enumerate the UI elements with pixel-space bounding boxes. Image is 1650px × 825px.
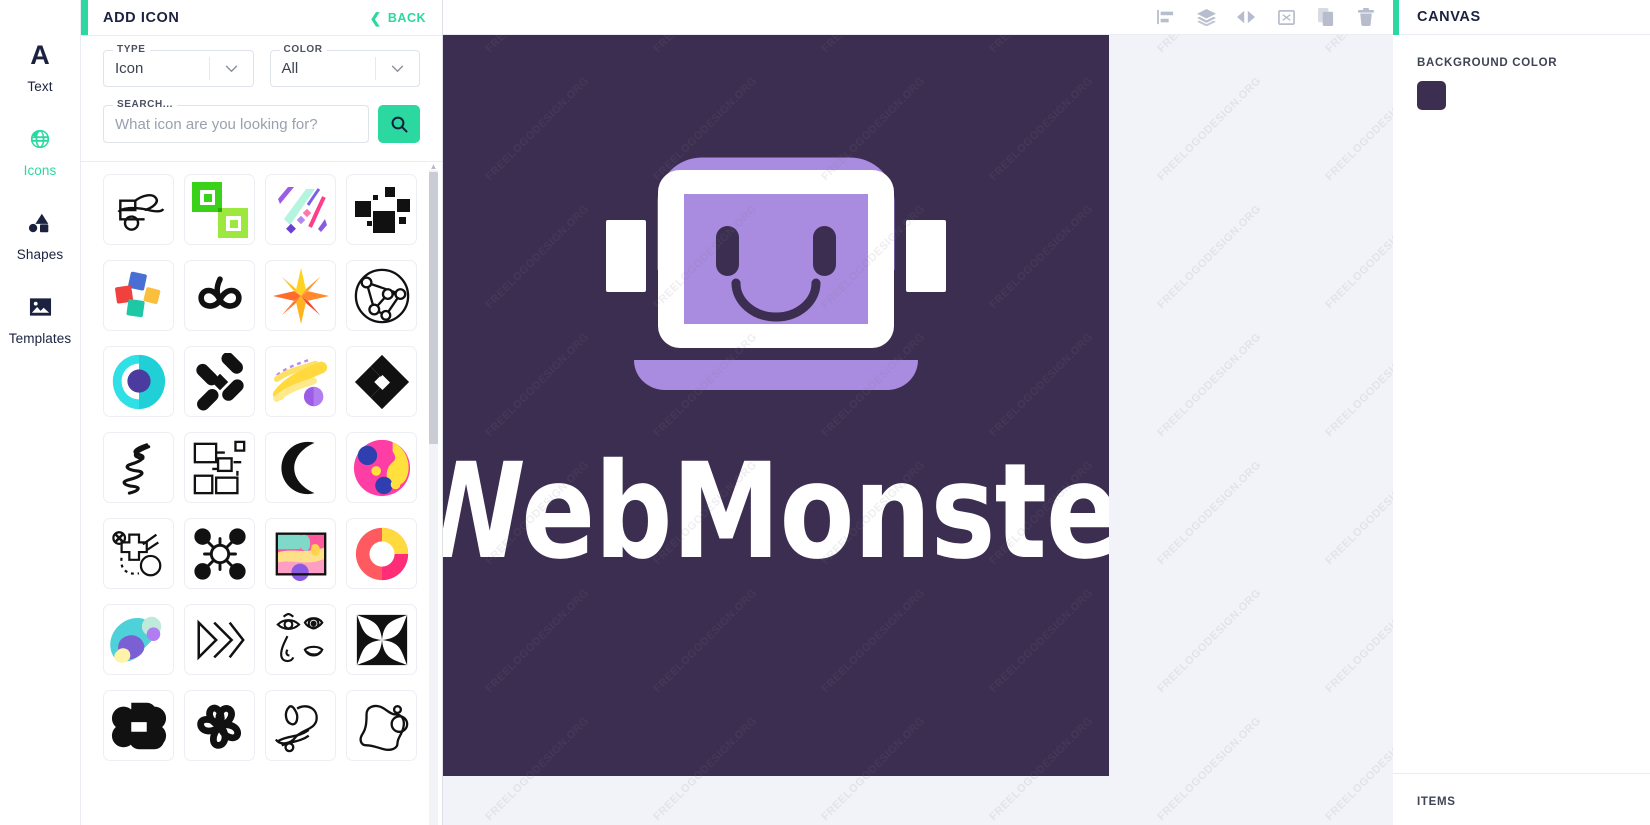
shapes-icon xyxy=(28,206,52,240)
background-color-swatch[interactable] xyxy=(1417,81,1446,110)
search-button[interactable] xyxy=(378,105,420,143)
logo-canvas[interactable]: WebMonster xyxy=(443,35,1109,776)
back-button[interactable]: ❮ BACK xyxy=(370,11,426,25)
items-section: ITEMS xyxy=(1393,773,1650,825)
canvas-panel-header: CANVAS xyxy=(1393,0,1650,35)
search-row: SEARCH... xyxy=(81,87,442,143)
resize-frame-icon[interactable] xyxy=(1275,6,1297,28)
icon-tile-abstract-circle[interactable] xyxy=(346,432,417,503)
watermark-text: FREELOGODESIGN.ORG xyxy=(1323,74,1393,184)
watermark-text: FREELOGODESIGN.ORG xyxy=(1323,330,1393,440)
robot-laptop-headphones-mark[interactable] xyxy=(606,128,946,398)
icon-tile-green-squares[interactable] xyxy=(184,174,255,245)
duplicate-icon[interactable] xyxy=(1315,6,1337,28)
layers-icon[interactable] xyxy=(1195,6,1217,28)
chevron-left-icon: ❮ xyxy=(369,9,382,26)
icon-tile-puzzle[interactable] xyxy=(103,260,174,331)
watermark-text: FREELOGODESIGN.ORG xyxy=(1323,586,1393,696)
globe-icon xyxy=(29,122,51,156)
sidebar-item-text[interactable]: A Text xyxy=(0,24,81,108)
watermark-text: FREELOGODESIGN.ORG xyxy=(1155,74,1264,184)
type-legend: TYPE xyxy=(113,44,150,55)
icon-tile-blob-outline[interactable] xyxy=(346,690,417,761)
search-legend: SEARCH... xyxy=(113,99,177,110)
add-icon-panel: ADD ICON ❮ BACK TYPE Icon COLOR All SEAR… xyxy=(81,0,443,825)
watermark-text: FREELOGODESIGN.ORG xyxy=(1323,202,1393,312)
color-value: All xyxy=(281,60,299,77)
icon-tile-fast-forward[interactable] xyxy=(184,604,255,675)
icon-tile-squares-maze[interactable] xyxy=(184,432,255,503)
icon-tile-scribble[interactable] xyxy=(103,432,174,503)
align-icon[interactable] xyxy=(1155,6,1177,28)
flip-horizontal-icon[interactable] xyxy=(1235,6,1257,28)
watermark-text: FREELOGODESIGN.ORG xyxy=(1323,714,1393,824)
watermark-text: FREELOGODESIGN.ORG xyxy=(1155,35,1263,55)
chevron-down-icon xyxy=(375,57,419,80)
icon-tile-airplane[interactable] xyxy=(103,174,174,245)
icon-tile-teal-blob[interactable] xyxy=(103,604,174,675)
icon-tile-pixel-blocks[interactable] xyxy=(346,174,417,245)
background-color-label: BACKGROUND COLOR xyxy=(1417,57,1558,69)
icon-tile-sprout[interactable] xyxy=(184,260,255,331)
icon-tile-star-burst[interactable] xyxy=(265,260,336,331)
icon-tile-interlocking-cross[interactable] xyxy=(103,690,174,761)
sidebar-item-label: Icons xyxy=(23,163,57,178)
panel-header: ADD ICON ❮ BACK xyxy=(81,0,442,35)
watermark-text: FREELOGODESIGN.ORG xyxy=(1155,586,1264,696)
watermark-text: FREELOGODESIGN.ORG xyxy=(1155,330,1264,440)
icon-tile-pinwheel-diamond[interactable] xyxy=(184,346,255,417)
icon-tile-network-nodes[interactable] xyxy=(346,260,417,331)
icon-tile-donut[interactable] xyxy=(346,518,417,589)
chevron-down-icon xyxy=(208,57,253,80)
watermark-text: FREELOGODESIGN.ORG xyxy=(1155,458,1264,568)
icon-tile-pastel-landscape[interactable] xyxy=(265,518,336,589)
icon-results-grid xyxy=(103,174,420,761)
watermark-text: FREELOGODESIGN.ORG xyxy=(1323,35,1393,55)
filter-row: TYPE Icon COLOR All xyxy=(81,36,442,87)
sidebar-item-label: Shapes xyxy=(16,247,64,262)
icon-tile-yellow-brush[interactable] xyxy=(265,346,336,417)
color-select[interactable]: COLOR All xyxy=(269,44,420,87)
canvas-viewport[interactable]: WebMonster FREELOGODESIGN.ORG FREELOGODES… xyxy=(443,35,1393,825)
watermark-text: FREELOGODESIGN.ORG xyxy=(1323,458,1393,568)
icon-tile-location-pin[interactable] xyxy=(103,346,174,417)
canvas-toolbar xyxy=(443,0,1393,35)
icon-tile-molecule[interactable] xyxy=(184,518,255,589)
sidebar-item-icons[interactable]: Icons xyxy=(0,108,81,192)
search-input[interactable] xyxy=(104,115,368,133)
icon-tile-cross-sketch[interactable] xyxy=(103,518,174,589)
panel-title: ADD ICON xyxy=(103,9,180,26)
left-tool-rail: A Text Icons Shapes Templates xyxy=(0,0,81,825)
icon-tile-flower[interactable] xyxy=(184,690,255,761)
type-value: Icon xyxy=(115,60,144,77)
panel-title: CANVAS xyxy=(1417,9,1481,25)
logo-wordmark[interactable]: WebMonster xyxy=(443,435,1109,589)
sidebar-item-label: Templates xyxy=(8,331,72,346)
watermark-text: FREELOGODESIGN.ORG xyxy=(1155,714,1264,824)
sidebar-item-templates[interactable]: Templates xyxy=(0,276,81,360)
sidebar-item-shapes[interactable]: Shapes xyxy=(0,192,81,276)
logo-editor-app: A Text Icons Shapes Templates ADD ICON ❮… xyxy=(0,0,1650,825)
icon-tile-nested-diamonds[interactable] xyxy=(346,346,417,417)
icon-tile-concave-square[interactable] xyxy=(346,604,417,675)
image-icon xyxy=(29,290,52,324)
icon-tile-pastel-strokes[interactable] xyxy=(265,174,336,245)
icon-tile-face-features[interactable] xyxy=(265,604,336,675)
icon-tile-wavy-line-art[interactable] xyxy=(265,690,336,761)
canvas-stage: WebMonster FREELOGODESIGN.ORG FREELOGODES… xyxy=(443,0,1393,825)
back-label: BACK xyxy=(387,10,426,25)
sidebar-item-label: Text xyxy=(27,79,53,94)
background-color-section: BACKGROUND COLOR xyxy=(1393,35,1650,110)
icon-results-area: ▲ xyxy=(81,162,442,825)
icon-tile-crescent-moon[interactable] xyxy=(265,432,336,503)
text-a-icon: A xyxy=(30,39,50,70)
color-legend: COLOR xyxy=(279,44,327,55)
icon-grid-scrollbar-thumb[interactable] xyxy=(429,172,438,444)
trash-icon[interactable] xyxy=(1355,6,1377,28)
search-field[interactable]: SEARCH... xyxy=(103,99,369,143)
canvas-properties-panel: CANVAS BACKGROUND COLOR ITEMS xyxy=(1393,0,1650,825)
watermark-text: FREELOGODESIGN.ORG xyxy=(1155,202,1264,312)
items-label: ITEMS xyxy=(1417,796,1456,808)
type-select[interactable]: TYPE Icon xyxy=(103,44,254,87)
